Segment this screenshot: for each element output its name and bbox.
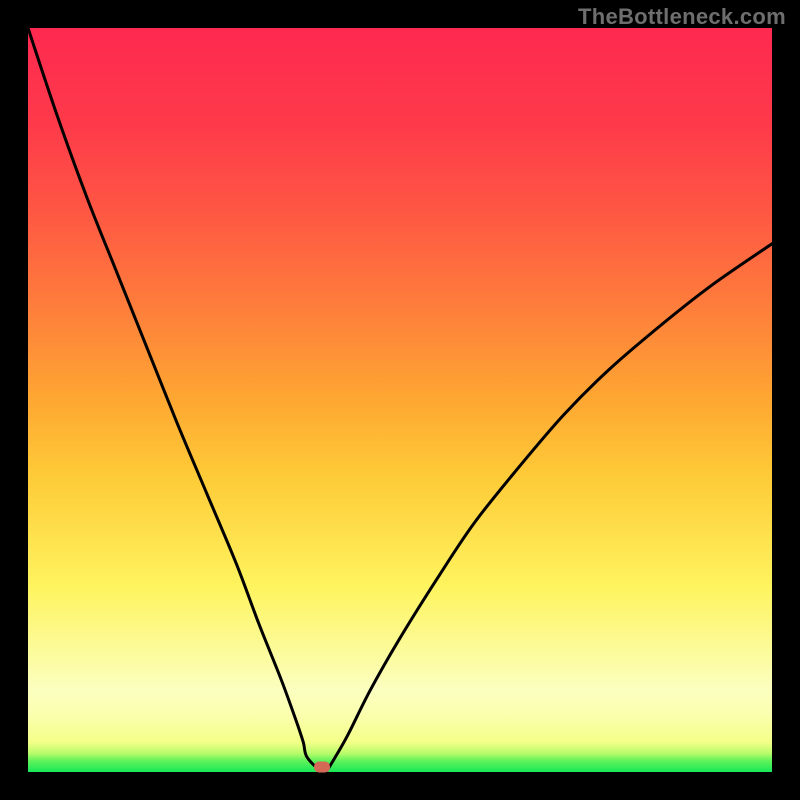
curve-svg <box>28 28 772 772</box>
watermark-text: TheBottleneck.com <box>578 4 786 30</box>
curve-path <box>28 28 772 772</box>
min-marker <box>314 762 330 773</box>
plot-area <box>28 28 772 772</box>
chart-frame: TheBottleneck.com <box>0 0 800 800</box>
